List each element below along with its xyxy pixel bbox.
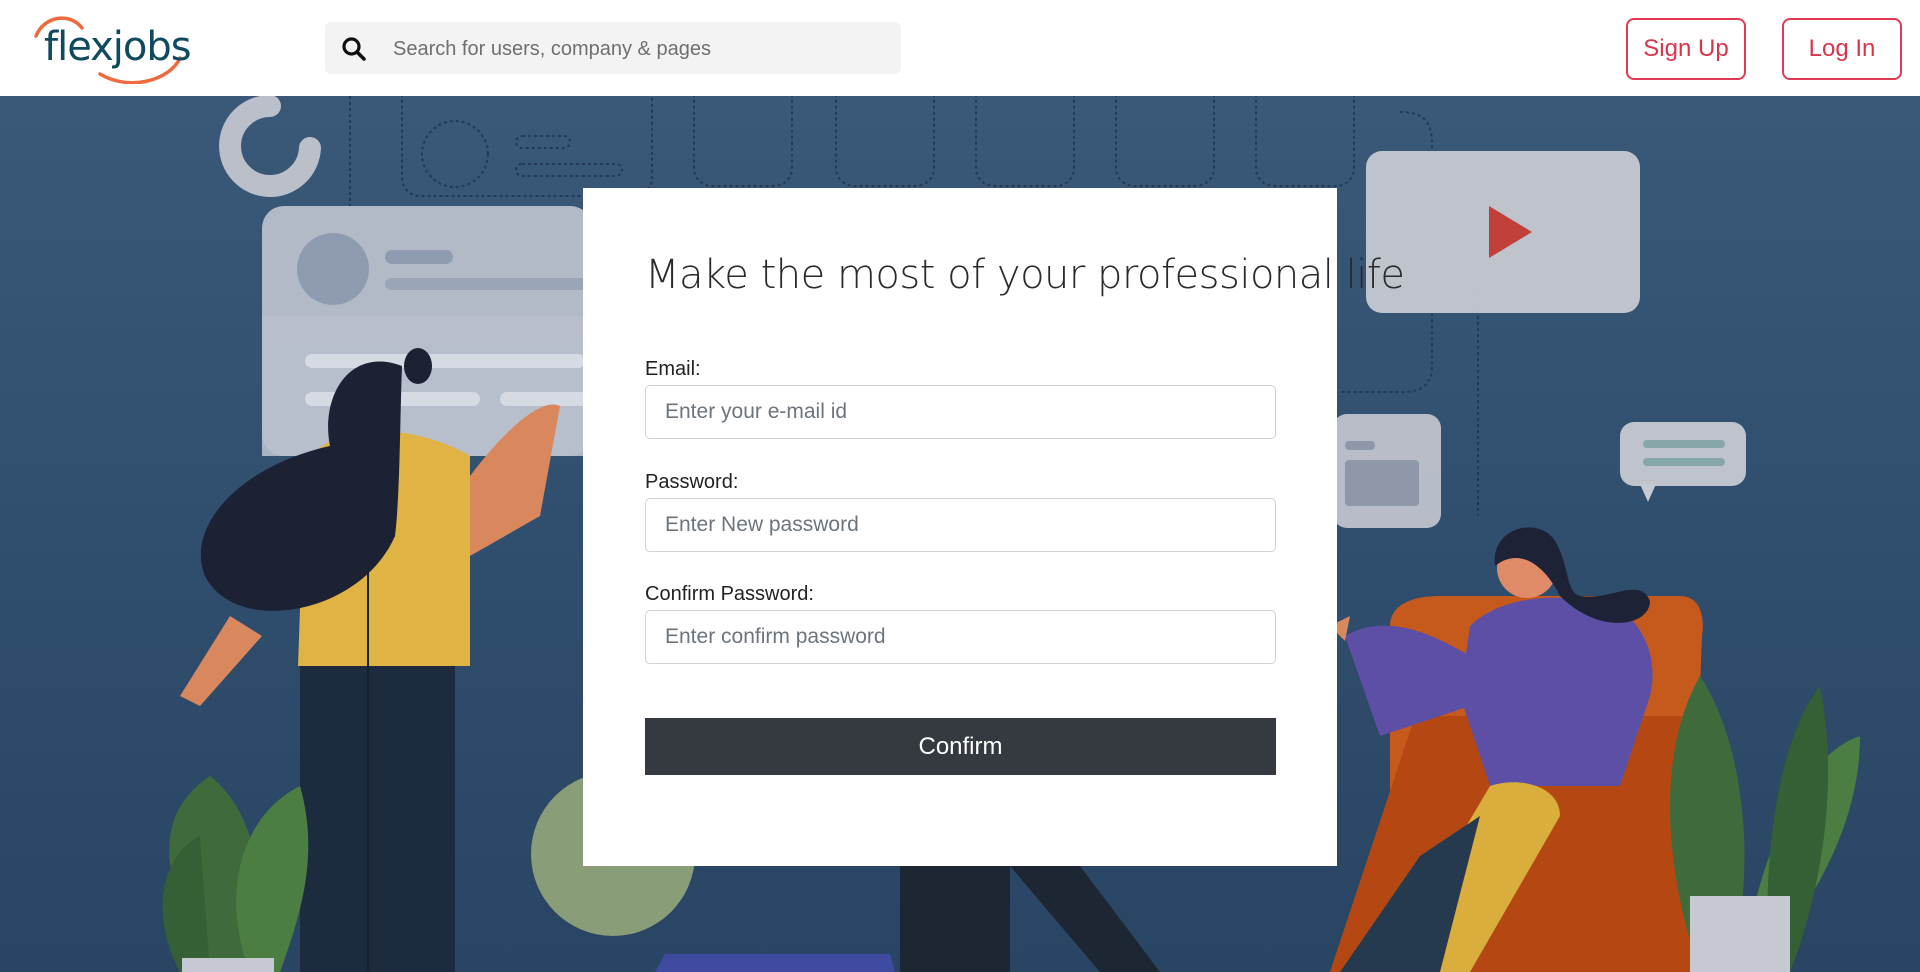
logo-text: flexjobs — [44, 24, 192, 70]
sign-up-button[interactable]: Sign Up — [1626, 18, 1746, 80]
flexjobs-logo[interactable]: flexjobs — [30, 14, 192, 84]
search-icon — [342, 37, 366, 61]
top-navbar: flexjobs Sign Up Log In — [0, 0, 1920, 96]
email-field[interactable] — [645, 385, 1276, 439]
search-bar[interactable] — [325, 22, 901, 76]
search-input[interactable] — [391, 22, 891, 76]
log-in-button[interactable]: Log In — [1782, 18, 1902, 80]
form-title: Make the most of your professional life — [645, 252, 1405, 298]
confirm-button[interactable]: Confirm — [645, 718, 1276, 775]
password-field[interactable] — [645, 498, 1276, 552]
email-label: Email: — [645, 358, 701, 380]
confirm-password-label: Confirm Password: — [645, 583, 814, 605]
signup-form-card: Make the most of your professional life … — [583, 188, 1405, 866]
password-label: Password: — [645, 471, 739, 493]
confirm-password-field[interactable] — [645, 610, 1276, 664]
